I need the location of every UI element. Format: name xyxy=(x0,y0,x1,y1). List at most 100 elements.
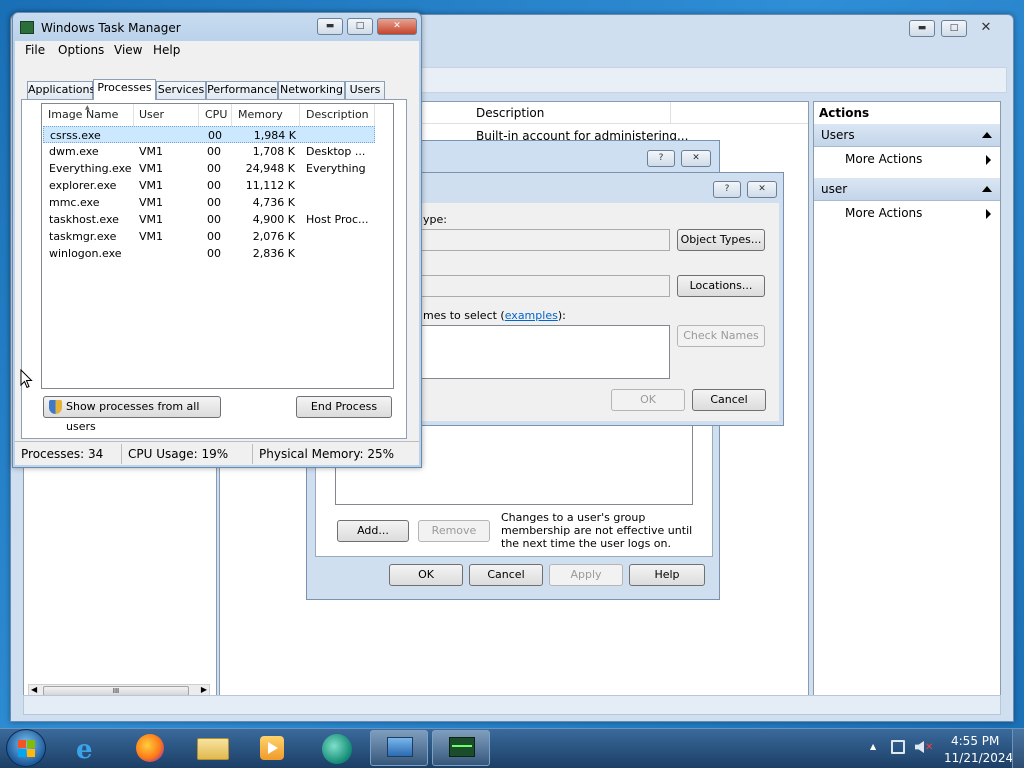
table-cell-cpu: 00 xyxy=(207,145,221,158)
ok-button[interactable]: OK xyxy=(611,389,685,411)
windows-logo-icon xyxy=(18,749,26,757)
actions-section-user[interactable]: user xyxy=(814,178,1000,201)
file-explorer-icon[interactable] xyxy=(190,730,236,766)
scroll-right-arrow[interactable]: ▶ xyxy=(201,685,207,694)
table-row[interactable]: taskmgr.exe VM1 00 2,076 K xyxy=(43,228,375,245)
windows-logo-icon xyxy=(27,749,35,757)
menu-help[interactable]: Help xyxy=(153,43,180,57)
select-dialog-body: ype: Object Types... Locations... mes to… xyxy=(417,203,779,421)
submenu-arrow-icon xyxy=(986,209,991,219)
object-type-label: ype: xyxy=(423,213,447,226)
table-cell-desc: Host Proc... xyxy=(306,213,369,226)
scroll-left-arrow[interactable]: ◀ xyxy=(31,685,37,694)
tab-performance[interactable]: Performance xyxy=(206,81,278,99)
table-cell-cpu: 00 xyxy=(207,247,221,260)
graph-glyph xyxy=(452,745,472,747)
windows-logo-icon xyxy=(18,740,26,748)
help-icon[interactable]: ? xyxy=(713,181,741,198)
network-icon[interactable] xyxy=(891,740,905,754)
table-cell-name: csrss.exe xyxy=(50,129,101,142)
close-icon[interactable]: ✕ xyxy=(747,181,777,198)
table-cell-user: VM1 xyxy=(139,196,164,209)
show-all-users-button[interactable]: Show processes from all users xyxy=(43,396,221,433)
minimize-button[interactable]: ▬ xyxy=(909,20,935,37)
cancel-button[interactable]: Cancel xyxy=(469,564,543,586)
task-manager-icon xyxy=(20,21,34,34)
menu-options[interactable]: Options xyxy=(58,43,104,57)
tab-services[interactable]: Services xyxy=(156,81,206,99)
table-row[interactable]: dwm.exe VM1 00 1,708 K Desktop ... xyxy=(43,143,375,160)
description-column-header[interactable]: Description xyxy=(476,106,544,120)
help-button[interactable]: Help xyxy=(629,564,705,586)
column-description[interactable]: Description xyxy=(300,104,375,126)
table-cell-mem: 11,112 K xyxy=(245,179,295,192)
maximize-button[interactable]: □ xyxy=(941,20,967,37)
object-type-field xyxy=(417,229,670,251)
column-cpu[interactable]: CPU xyxy=(199,104,232,126)
remove-button[interactable]: Remove xyxy=(418,520,490,542)
table-cell-desc: Everything xyxy=(306,162,366,175)
tab-users[interactable]: Users xyxy=(345,81,385,99)
table-cell-mem: 2,076 K xyxy=(252,230,295,243)
column-memory[interactable]: Memory (... xyxy=(232,104,300,143)
clock-time[interactable]: 4:55 PM xyxy=(951,734,999,748)
apply-button[interactable]: Apply xyxy=(549,564,623,586)
table-row[interactable]: winlogon.exe 00 2,836 K xyxy=(43,245,375,262)
table-row[interactable]: explorer.exe VM1 00 11,112 K xyxy=(43,177,375,194)
tab-applications[interactable]: Applications xyxy=(27,81,95,99)
more-actions-users[interactable]: More Actions xyxy=(814,150,1000,170)
menu-bar: File Options View Help xyxy=(15,41,419,61)
close-button[interactable]: ✕ xyxy=(973,20,999,37)
menu-view[interactable]: View xyxy=(114,43,142,57)
minimize-button[interactable]: ▬ xyxy=(317,18,343,35)
examples-link[interactable]: examples xyxy=(505,309,558,322)
table-row[interactable]: csrss.exe 00 1,984 K xyxy=(43,126,375,143)
sort-arrow-icon: ▲ xyxy=(85,104,90,111)
process-list[interactable]: Image Name ▲ User Name CPU Memory (... D… xyxy=(41,103,394,389)
computer-management-taskbar-button[interactable] xyxy=(370,730,428,766)
status-divider xyxy=(252,444,253,464)
table-row[interactable]: taskhost.exe VM1 00 4,900 K Host Proc... xyxy=(43,211,375,228)
end-process-button[interactable]: End Process xyxy=(296,396,392,418)
help-icon[interactable]: ? xyxy=(647,150,675,167)
media-player-icon[interactable] xyxy=(250,730,296,766)
app-icon[interactable] xyxy=(314,730,360,766)
column-user-name[interactable]: User Name xyxy=(133,104,199,143)
collapse-icon[interactable] xyxy=(982,186,992,192)
table-cell-cpu: 00 xyxy=(207,196,221,209)
shield-icon xyxy=(49,400,62,414)
clock-date[interactable]: 11/21/2024 xyxy=(944,751,1013,765)
table-row[interactable]: mmc.exe VM1 00 4,736 K xyxy=(43,194,375,211)
menu-file[interactable]: File xyxy=(25,43,45,57)
actions-pane: Actions Users More Actions user More Act… xyxy=(813,101,1001,705)
table-cell-user: VM1 xyxy=(139,145,164,158)
tray-expand-icon[interactable]: ▲ xyxy=(870,742,876,751)
play-glyph xyxy=(268,742,278,754)
cancel-button[interactable]: Cancel xyxy=(692,389,766,411)
names-textarea[interactable] xyxy=(417,325,670,379)
start-button[interactable] xyxy=(6,729,46,767)
object-types-button[interactable]: Object Types... xyxy=(677,229,765,251)
close-icon[interactable]: ✕ xyxy=(681,150,711,167)
collapse-icon[interactable] xyxy=(982,132,992,138)
task-manager-taskbar-button[interactable] xyxy=(432,730,490,766)
status-divider xyxy=(121,444,122,464)
add-button[interactable]: Add... xyxy=(337,520,409,542)
actions-section-users[interactable]: Users xyxy=(814,124,1000,147)
ok-button[interactable]: OK xyxy=(389,564,463,586)
show-desktop-button[interactable] xyxy=(1012,729,1024,768)
table-row[interactable]: Everything.exe VM1 00 24,948 K Everything xyxy=(43,160,375,177)
firefox-icon[interactable] xyxy=(128,730,174,766)
select-users-dialog: ? ✕ ype: Object Types... Locations... me… xyxy=(416,172,784,426)
more-actions-user[interactable]: More Actions xyxy=(814,204,1000,224)
close-button[interactable]: ✕ xyxy=(377,18,417,35)
check-names-button[interactable]: Check Names xyxy=(677,325,765,347)
maximize-button[interactable]: □ xyxy=(347,18,373,35)
section-title: Users xyxy=(821,128,855,142)
tab-processes[interactable]: Processes xyxy=(93,79,156,100)
tab-networking[interactable]: Networking xyxy=(278,81,345,99)
table-cell-user: VM1 xyxy=(139,179,164,192)
internet-explorer-icon[interactable]: e xyxy=(66,730,112,766)
locations-button[interactable]: Locations... xyxy=(677,275,765,297)
table-cell-desc: Desktop ... xyxy=(306,145,366,158)
